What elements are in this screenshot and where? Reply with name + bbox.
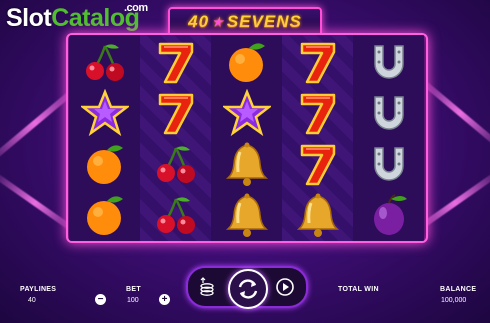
spin-control-panel bbox=[186, 266, 308, 309]
paylines-value: 40 bbox=[28, 297, 36, 304]
seven-icon bbox=[282, 87, 353, 138]
orange-icon bbox=[211, 36, 282, 87]
title-star-icon: ★ bbox=[212, 15, 224, 29]
plum-icon bbox=[353, 189, 424, 240]
orange-icon bbox=[69, 138, 140, 189]
seven-icon bbox=[282, 36, 353, 87]
logo-text-part1: Slot bbox=[6, 4, 52, 32]
game-title-word: SEVENS bbox=[226, 12, 302, 31]
reel-1 bbox=[69, 35, 140, 241]
reel-2 bbox=[140, 35, 211, 241]
slotcatalog-logo: SlotCatalog .com bbox=[6, 2, 148, 33]
balance-label: BALANCE bbox=[440, 286, 477, 293]
cherries-icon bbox=[69, 36, 140, 87]
balance-value: 100,000 bbox=[441, 297, 467, 304]
spin-button[interactable] bbox=[228, 269, 268, 309]
bet-value: 100 bbox=[127, 297, 139, 304]
bet-increase-button[interactable]: + bbox=[159, 294, 170, 305]
autoplay-icon bbox=[276, 278, 294, 296]
bet-decrease-button[interactable]: − bbox=[95, 294, 106, 305]
orange-icon bbox=[69, 189, 140, 240]
game-title-number: 40 bbox=[188, 12, 210, 31]
seven-icon bbox=[282, 138, 353, 189]
bell-icon bbox=[211, 138, 282, 189]
reel-5 bbox=[353, 35, 424, 241]
seven-icon bbox=[140, 36, 211, 87]
bet-settings-button[interactable] bbox=[194, 274, 220, 300]
horseshoe-icon bbox=[353, 138, 424, 189]
reel-4 bbox=[282, 35, 353, 241]
reel-3 bbox=[211, 35, 282, 241]
bell-icon bbox=[282, 189, 353, 240]
star-icon bbox=[211, 87, 282, 138]
paylines-label: PAYLINES bbox=[20, 286, 57, 293]
autoplay-button[interactable] bbox=[272, 274, 298, 300]
seven-icon bbox=[140, 87, 211, 138]
total-win-label: TOTAL WIN bbox=[338, 286, 379, 293]
horseshoe-icon bbox=[353, 87, 424, 138]
bet-label: BET bbox=[126, 286, 141, 293]
spin-icon bbox=[238, 279, 258, 299]
logo-suffix: .com bbox=[124, 2, 148, 14]
star-icon bbox=[69, 87, 140, 138]
coin-stack-icon bbox=[200, 277, 214, 296]
cherries-icon bbox=[140, 189, 211, 240]
bell-icon bbox=[211, 189, 282, 240]
cherries-icon bbox=[140, 138, 211, 189]
horseshoe-icon bbox=[353, 36, 424, 87]
reels-frame bbox=[66, 33, 428, 243]
